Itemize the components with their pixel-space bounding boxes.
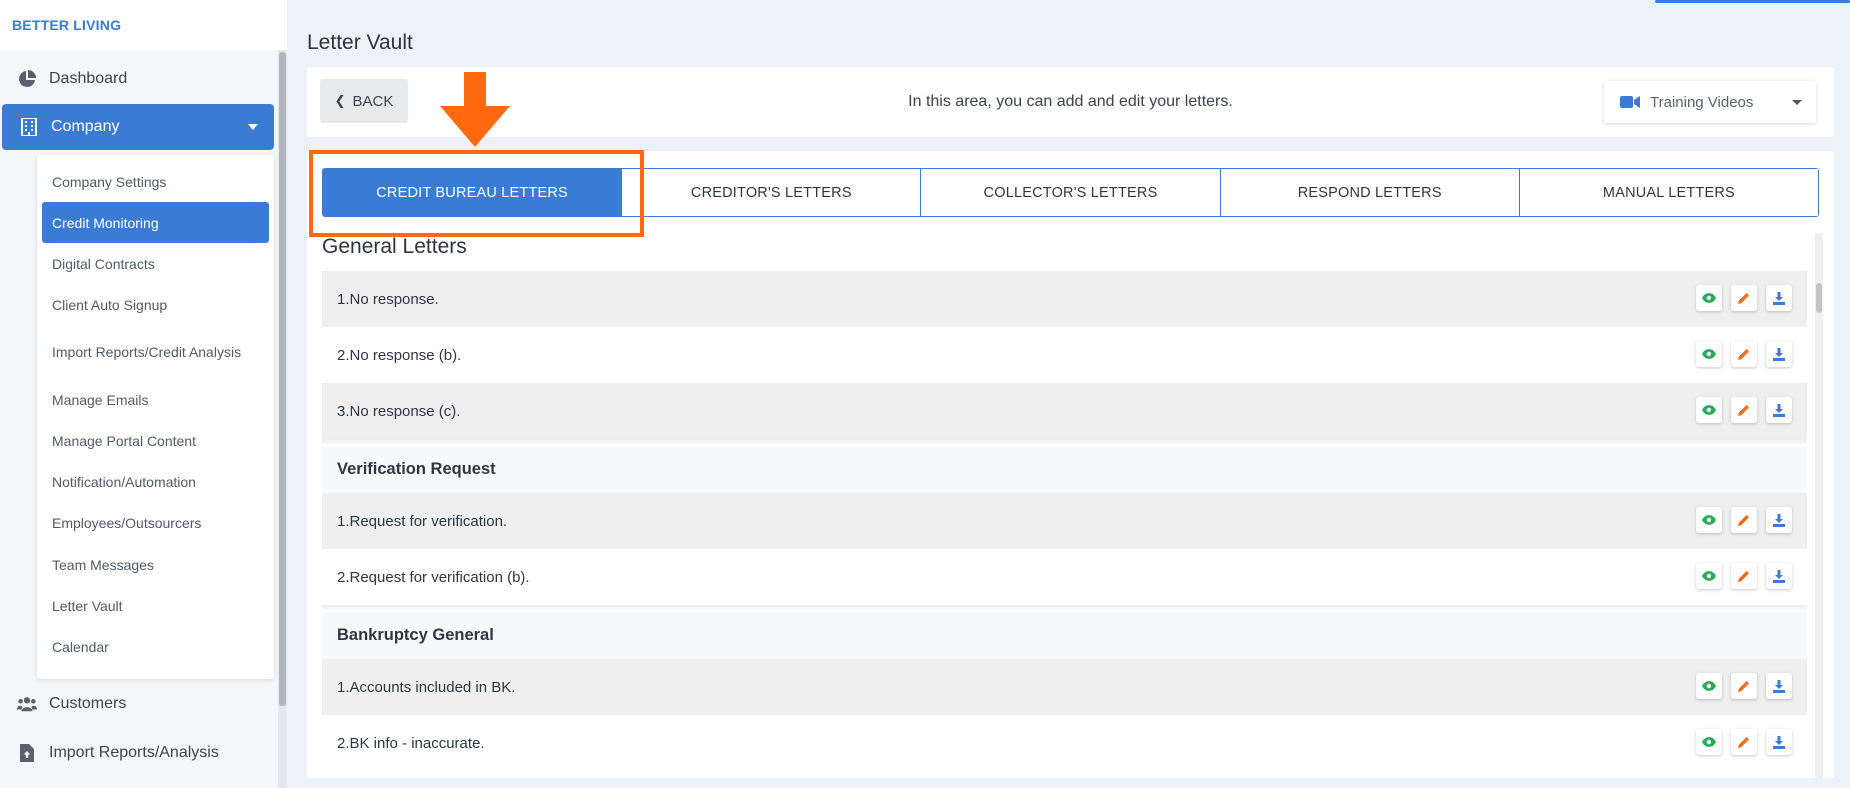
letter-name: 2.BK info - inaccurate. — [337, 734, 485, 752]
letter-row: 2.No response (b). — [322, 327, 1807, 383]
letter-name: 2.Request for verification (b). — [337, 568, 530, 586]
submenu-item-client-auto-signup[interactable]: Client Auto Signup — [42, 290, 269, 320]
eye-icon[interactable] — [1696, 729, 1722, 755]
brand-logo[interactable]: BETTER LIVING — [0, 0, 287, 50]
submenu-item-team-messages[interactable]: Team Messages — [42, 550, 269, 580]
submenu-item-digital-contracts[interactable]: Digital Contracts — [42, 249, 269, 279]
letters-scrollbar[interactable] — [1815, 233, 1823, 778]
eye-icon[interactable] — [1696, 341, 1722, 367]
download-icon[interactable] — [1766, 341, 1792, 367]
pencil-icon[interactable] — [1731, 285, 1757, 311]
letters-card: CREDIT BUREAU LETTERS CREDITOR'S LETTERS… — [307, 151, 1834, 778]
submenu-item-notification-automation[interactable]: Notification/Automation — [42, 467, 269, 497]
top-accent-bar — [1655, 0, 1850, 3]
pencil-icon[interactable] — [1731, 729, 1757, 755]
tab-respond-letters[interactable]: RESPOND LETTERS — [1219, 169, 1519, 216]
section-header-verification: Verification Request — [322, 446, 1807, 493]
submenu-item-letter-vault[interactable]: Letter Vault — [42, 591, 269, 621]
letters-list: General Letters 1.No response. 2.No resp… — [322, 231, 1807, 778]
tab-collectors-letters[interactable]: COLLECTOR'S LETTERS — [920, 169, 1220, 216]
tab-creditors-letters[interactable]: CREDITOR'S LETTERS — [621, 169, 921, 216]
pencil-icon[interactable] — [1731, 341, 1757, 367]
eye-icon[interactable] — [1696, 563, 1722, 589]
section-title-general: General Letters — [322, 235, 467, 258]
users-icon — [17, 694, 37, 714]
chevron-down-icon — [1792, 100, 1802, 105]
letter-actions — [1696, 341, 1792, 367]
letter-row: 1.Accounts included in BK. — [322, 659, 1807, 715]
sidebar-item-label: Import Reports/Analysis — [49, 744, 219, 761]
training-videos-label: Training Videos — [1650, 93, 1754, 111]
header-card: ❮ BACK In this area, you can add and edi… — [307, 67, 1834, 137]
letter-actions — [1696, 285, 1792, 311]
letter-actions — [1696, 563, 1792, 589]
letter-name: 2.No response (b). — [337, 346, 462, 364]
sidebar-item-company[interactable]: Company — [2, 104, 274, 150]
download-icon[interactable] — [1766, 397, 1792, 423]
pencil-icon[interactable] — [1731, 397, 1757, 423]
letter-name: 1.Request for verification. — [337, 512, 508, 530]
download-icon[interactable] — [1766, 507, 1792, 533]
video-camera-icon — [1620, 95, 1640, 109]
download-icon[interactable] — [1766, 673, 1792, 699]
section-header-bankruptcy: Bankruptcy General — [322, 612, 1807, 659]
letter-row: 1.Request for verification. — [322, 493, 1807, 549]
training-videos-dropdown[interactable]: Training Videos — [1604, 81, 1816, 123]
eye-icon[interactable] — [1696, 397, 1722, 423]
download-icon[interactable] — [1766, 563, 1792, 589]
file-upload-icon — [17, 743, 37, 763]
letter-row: 2.Request for verification (b). — [322, 549, 1807, 605]
sidebar-scrollbar-thumb[interactable] — [279, 52, 286, 706]
sidebar-item-dashboard[interactable]: Dashboard — [0, 56, 274, 102]
sidebar-item-label: Dashboard — [49, 70, 128, 87]
download-icon[interactable] — [1766, 285, 1792, 311]
submenu-item-manage-emails[interactable]: Manage Emails — [42, 385, 269, 415]
group-divider — [322, 439, 1807, 445]
submenu-item-credit-monitoring[interactable]: Credit Monitoring — [42, 202, 269, 243]
download-icon[interactable] — [1766, 729, 1792, 755]
letter-name: 1.No response. — [337, 290, 439, 308]
letter-name: 3.No response (c). — [337, 402, 461, 420]
letter-actions — [1696, 673, 1792, 699]
letter-row: 3.No response (c). — [322, 383, 1807, 439]
eye-icon[interactable] — [1696, 285, 1722, 311]
sidebar: BETTER LIVING Dashboard Company Company … — [0, 0, 287, 788]
eye-icon[interactable] — [1696, 507, 1722, 533]
submenu-item-import-reports[interactable]: Import Reports/Credit Analysis — [42, 331, 269, 373]
pie-chart-icon — [17, 69, 37, 89]
submenu-item-employees-outsourcers[interactable]: Employees/Outsourcers — [42, 508, 269, 538]
letter-row: 2.BK info - inaccurate. — [322, 715, 1807, 771]
company-submenu: Company Settings Credit Monitoring Digit… — [37, 155, 274, 679]
letter-actions — [1696, 729, 1792, 755]
sidebar-item-customers[interactable]: Customers — [0, 681, 274, 727]
tab-manual-letters[interactable]: MANUAL LETTERS — [1518, 169, 1819, 216]
sidebar-item-label: Customers — [49, 695, 127, 712]
group-divider — [322, 605, 1807, 611]
pencil-icon[interactable] — [1731, 507, 1757, 533]
page-title: Letter Vault — [307, 31, 413, 54]
sidebar-item-import-reports[interactable]: Import Reports/Analysis — [0, 730, 274, 776]
chevron-down-icon — [248, 124, 258, 130]
letter-actions — [1696, 507, 1792, 533]
letters-scrollbar-thumb[interactable] — [1816, 283, 1822, 313]
letter-name: 1.Accounts included in BK. — [337, 678, 516, 696]
sidebar-item-label: Company — [51, 118, 120, 135]
eye-icon[interactable] — [1696, 673, 1722, 699]
annotation-highlight-box — [309, 150, 644, 237]
letter-row: 1.No response. — [322, 271, 1807, 327]
submenu-item-company-settings[interactable]: Company Settings — [42, 167, 269, 197]
letter-actions — [1696, 397, 1792, 423]
building-icon — [19, 117, 39, 137]
pencil-icon[interactable] — [1731, 673, 1757, 699]
submenu-item-manage-portal-content[interactable]: Manage Portal Content — [42, 426, 269, 456]
annotation-arrow-down-icon — [440, 72, 510, 152]
pencil-icon[interactable] — [1731, 563, 1757, 589]
submenu-item-calendar[interactable]: Calendar — [42, 632, 269, 662]
